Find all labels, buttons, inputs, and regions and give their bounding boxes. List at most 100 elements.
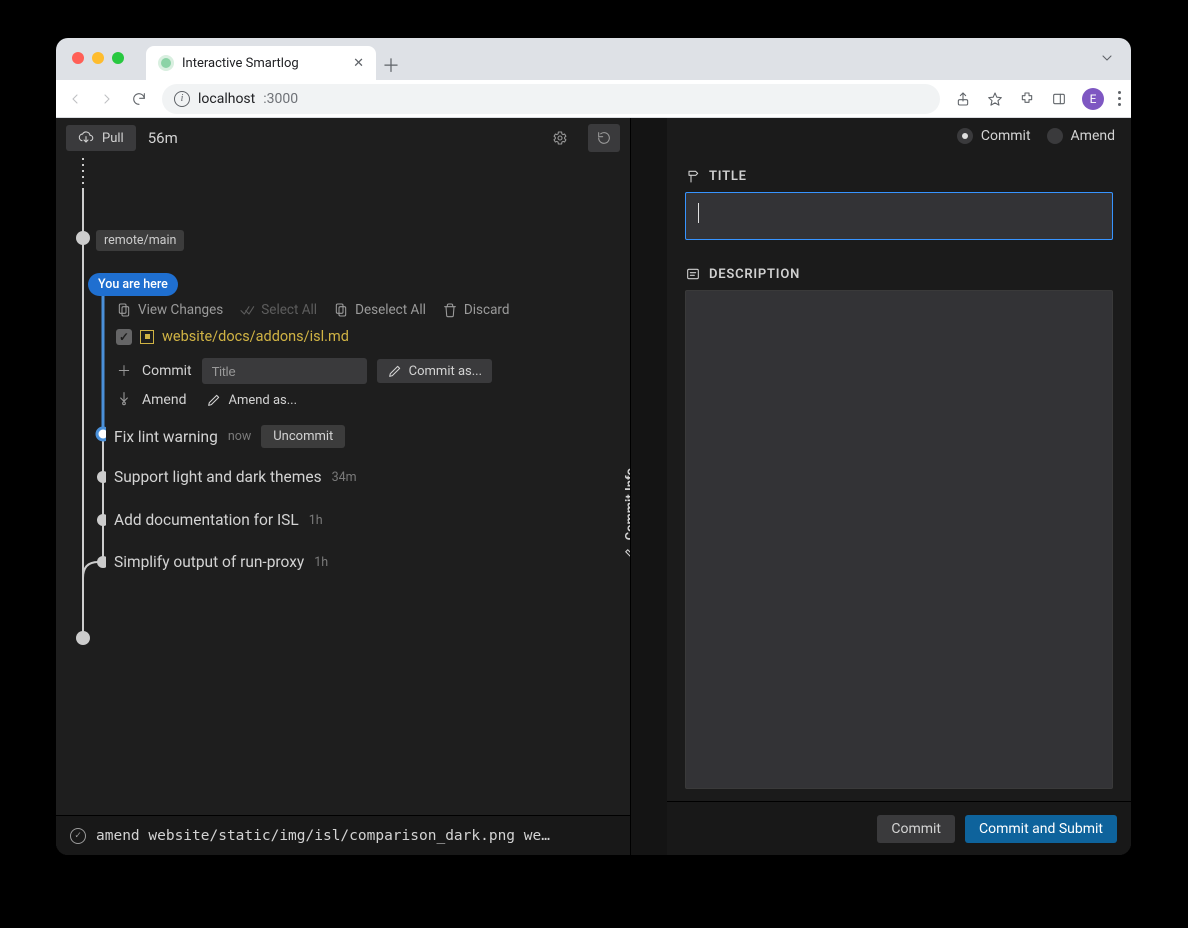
check-all-icon xyxy=(239,302,255,318)
commit-and-submit-button[interactable]: Commit and Submit xyxy=(965,815,1117,843)
description-field-label: DESCRIPTION xyxy=(685,266,1113,282)
remote-branch-badge[interactable]: remote/main xyxy=(96,230,184,251)
commit-title-input[interactable] xyxy=(685,192,1113,240)
select-all-label: Select All xyxy=(261,302,317,318)
mode-commit-label: Commit xyxy=(981,128,1031,144)
extensions-icon[interactable] xyxy=(1018,90,1036,108)
signpost-icon xyxy=(685,168,701,184)
file-status-icon xyxy=(140,330,154,344)
commit-age: now xyxy=(228,429,251,444)
tab-title: Interactive Smartlog xyxy=(182,56,299,71)
smartlog-graph: remote/main You are here View Changes Se… xyxy=(56,158,630,815)
gear-icon xyxy=(552,130,568,146)
close-tab-icon[interactable]: ✕ xyxy=(353,56,364,71)
cloud-download-icon xyxy=(78,130,94,146)
uncommit-button[interactable]: Uncommit xyxy=(261,425,345,448)
minimize-window-button[interactable] xyxy=(92,52,104,64)
address-bar[interactable]: i localhost :3000 xyxy=(162,84,940,114)
url-host: localhost xyxy=(198,91,255,107)
commit-mode-selector: Commit Amend xyxy=(667,118,1131,154)
refresh-icon xyxy=(596,130,612,146)
diff-icon xyxy=(116,302,132,318)
commit-row[interactable]: Simplify output of run-proxy 1h xyxy=(114,553,328,571)
new-tab-button[interactable]: ＋ xyxy=(376,50,406,80)
browser-menu-icon[interactable] xyxy=(1118,91,1121,106)
deselect-all-label: Deselect All xyxy=(355,302,426,318)
title-field-label: TITLE xyxy=(685,168,1113,184)
tab-favicon xyxy=(158,55,174,71)
pencil-icon xyxy=(387,363,403,379)
commit-form: TITLE DESCRIPTION xyxy=(667,154,1131,801)
commit-info-pane: Commit Amend TITLE DESCRIPTION xyxy=(667,118,1131,855)
commit-form-footer: Commit Commit and Submit xyxy=(667,801,1131,855)
discard-button[interactable]: Discard xyxy=(442,302,510,318)
url-port: :3000 xyxy=(263,91,298,107)
pane-gutter[interactable] xyxy=(631,118,667,855)
site-info-icon[interactable]: i xyxy=(174,91,190,107)
commit-row[interactable]: Support light and dark themes 34m xyxy=(114,468,357,486)
commit-as-button[interactable]: Commit as... xyxy=(377,359,492,383)
radio-dot xyxy=(1047,128,1063,144)
share-icon[interactable] xyxy=(954,90,972,108)
smartlog-topbar: Pull 56m xyxy=(56,118,630,158)
amend-as-button[interactable]: Amend as... xyxy=(196,388,307,412)
quick-commit-title-input[interactable] xyxy=(202,358,367,384)
deselect-all-button[interactable]: Deselect All xyxy=(333,302,426,318)
browser-window: Interactive Smartlog ✕ ＋ i localhost :300… xyxy=(56,38,1131,855)
reload-button[interactable] xyxy=(130,90,148,108)
mode-commit-radio[interactable]: Commit xyxy=(957,128,1031,144)
deselect-icon xyxy=(333,302,349,318)
view-changes-label: View Changes xyxy=(138,302,223,318)
commit-row[interactable]: Add documentation for ISL 1h xyxy=(114,511,323,529)
browser-toolbar: i localhost :3000 E xyxy=(56,80,1131,118)
commit-age: 34m xyxy=(332,470,357,485)
tabs-dropdown-icon[interactable] xyxy=(1099,50,1115,70)
avatar-letter: E xyxy=(1090,92,1097,106)
commit-info-tab-label: Commit Info xyxy=(623,468,631,540)
commit-message: Simplify output of run-proxy xyxy=(114,553,304,571)
trash-icon xyxy=(442,302,458,318)
view-changes-button[interactable]: View Changes xyxy=(116,302,223,318)
commit-age: 1h xyxy=(314,555,328,570)
radio-dot xyxy=(957,128,973,144)
status-success-icon xyxy=(70,828,86,844)
commit-description-input[interactable] xyxy=(685,290,1113,789)
close-window-button[interactable] xyxy=(72,52,84,64)
you-are-here-badge: You are here xyxy=(88,273,178,296)
changed-file-path[interactable]: website/docs/addons/isl.md xyxy=(162,328,349,345)
commit-message: Fix lint warning xyxy=(114,428,218,446)
pull-button[interactable]: Pull xyxy=(66,125,136,151)
app-root: Pull 56m xyxy=(56,118,1131,855)
commit-age: 1h xyxy=(309,513,323,528)
status-text: amend website/static/img/isl/comparison_… xyxy=(96,828,550,844)
commit-message: Add documentation for ISL xyxy=(114,511,299,529)
description-icon xyxy=(685,266,701,282)
refresh-button[interactable] xyxy=(588,124,620,152)
discard-label: Discard xyxy=(464,302,510,318)
pencil-icon xyxy=(622,546,630,562)
operation-status-bar: amend website/static/img/isl/comparison_… xyxy=(56,815,630,855)
commit-message: Support light and dark themes xyxy=(114,468,322,486)
back-button[interactable] xyxy=(66,90,84,108)
bookmark-icon[interactable] xyxy=(986,90,1004,108)
select-all-button[interactable]: Select All xyxy=(239,302,317,318)
commit-as-label: Commit as... xyxy=(409,364,482,379)
file-checkbox[interactable] xyxy=(116,329,132,345)
commit-row[interactable]: Fix lint warning now Uncommit xyxy=(114,425,345,448)
forward-button[interactable] xyxy=(98,90,116,108)
pencil-icon xyxy=(206,392,222,408)
commit-action[interactable]: Commit xyxy=(142,363,192,379)
amend-action[interactable]: Amend xyxy=(142,392,186,408)
pull-label: Pull xyxy=(102,131,124,146)
settings-button[interactable] xyxy=(544,124,576,152)
profile-avatar[interactable]: E xyxy=(1082,88,1104,110)
sidepanel-icon[interactable] xyxy=(1050,90,1068,108)
amend-as-label: Amend as... xyxy=(228,393,297,408)
browser-tab[interactable]: Interactive Smartlog ✕ xyxy=(146,46,376,80)
maximize-window-button[interactable] xyxy=(112,52,124,64)
commit-info-tab[interactable]: Commit Info xyxy=(616,458,630,572)
commit-button[interactable]: Commit xyxy=(877,815,955,843)
mode-amend-label: Amend xyxy=(1071,128,1115,144)
mode-amend-radio[interactable]: Amend xyxy=(1047,128,1115,144)
smartlog-pane: Pull 56m xyxy=(56,118,631,855)
